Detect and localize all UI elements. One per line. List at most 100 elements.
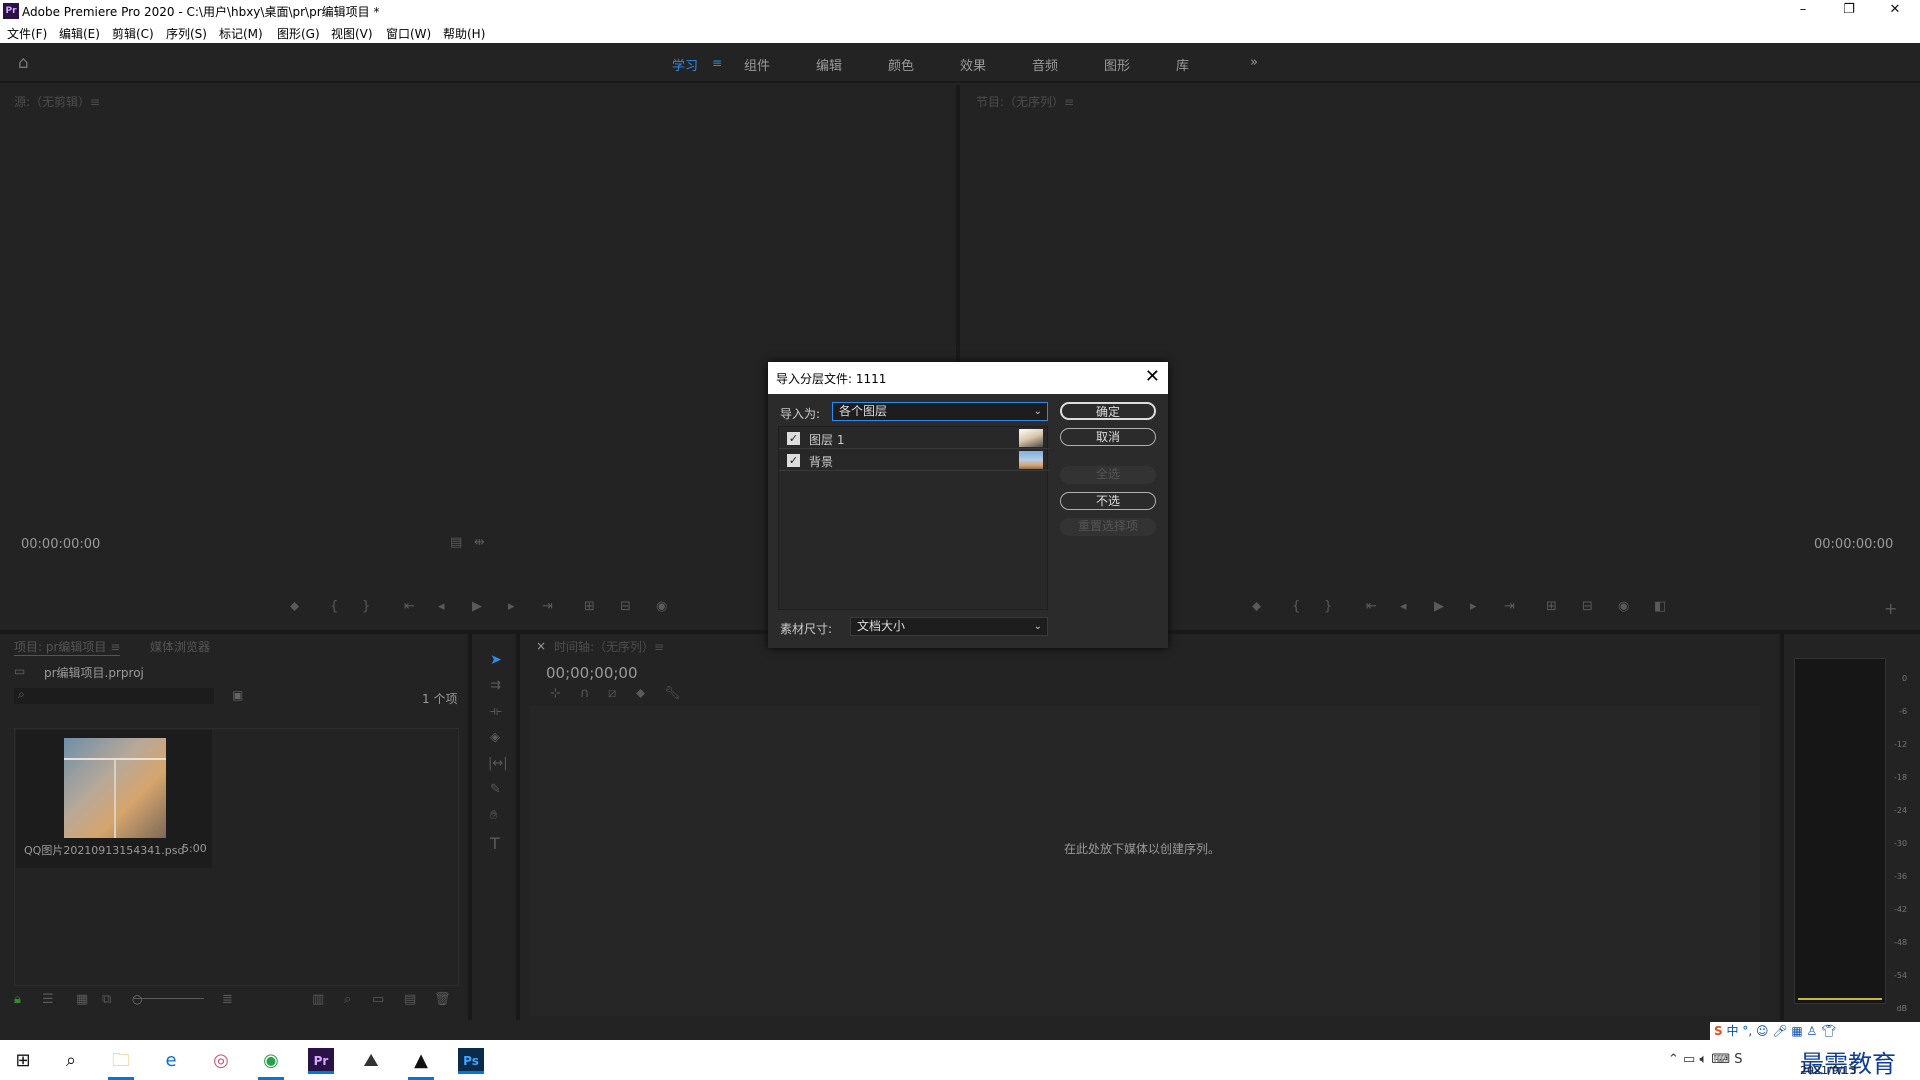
layer-row[interactable]: ✓ 背景 (779, 449, 1049, 471)
cancel-button[interactable]: 取消 (1060, 428, 1156, 446)
footage-dimensions-select[interactable]: 文档大小 ⌄ (850, 617, 1048, 636)
app-icon[interactable]: ◎ (208, 1048, 234, 1074)
type-tool-icon[interactable]: T (490, 834, 500, 853)
comparison-view-icon[interactable]: ◧ (1654, 599, 1666, 614)
go-to-out-icon[interactable]: ⇥ (1504, 599, 1515, 614)
settings-icon[interactable]: ⇹ (474, 535, 485, 550)
program-monitor-tab[interactable]: 节目:（无序列）≡ (976, 93, 1074, 110)
new-item-icon[interactable]: ▤ (404, 992, 416, 1007)
menu-sequence[interactable]: 序列(S) (166, 25, 207, 42)
workspace-color[interactable]: 颜色 (888, 55, 914, 74)
linked-selection-icon[interactable]: ⧄ (608, 686, 616, 701)
minimize-button[interactable]: – (1780, 0, 1826, 22)
overwrite-icon[interactable]: ⊟ (620, 599, 631, 614)
windows-start-icon[interactable]: ⊞ (10, 1048, 36, 1074)
new-bin-icon[interactable]: ▣ (232, 688, 243, 702)
menu-help[interactable]: 帮助(H) (443, 25, 485, 42)
timeline-close-icon[interactable]: × (536, 639, 546, 653)
layer-row[interactable]: ✓ 图层 1 (779, 427, 1049, 449)
lift-icon[interactable]: ⊞ (1546, 599, 1557, 614)
razor-tool-icon[interactable]: ◈ (490, 730, 500, 745)
workspace-learning[interactable]: 学习 (672, 55, 698, 74)
camera-icon[interactable]: ◉ (1618, 599, 1629, 614)
home-icon[interactable]: ⌂ (18, 53, 29, 73)
add-marker-icon[interactable]: ⬥ (290, 599, 299, 614)
new-bin-icon[interactable]: ▭ (372, 992, 384, 1007)
menu-graphics[interactable]: 图形(G) (277, 25, 320, 42)
step-back-icon[interactable]: ◂ (1400, 599, 1407, 614)
workspace-audio[interactable]: 音频 (1032, 55, 1058, 74)
menu-clip[interactable]: 剪辑(C) (112, 25, 154, 42)
photos-icon[interactable]: ⛰︎ (358, 1048, 384, 1074)
lock-icon[interactable]: 🔒︎ (14, 992, 21, 1007)
sequence-drop-area[interactable] (530, 706, 1760, 1016)
step-back-icon[interactable]: ◂ (438, 599, 445, 614)
freeform-view-icon[interactable]: ⧉ (102, 992, 111, 1007)
import-as-select[interactable]: 各个图层 ⌄ (832, 402, 1048, 421)
select-all-button[interactable]: 全选 (1060, 466, 1156, 484)
layer-checkbox[interactable]: ✓ (787, 432, 800, 445)
mark-in-icon[interactable]: { (1292, 599, 1300, 614)
icon-view-icon[interactable]: ▦ (76, 992, 88, 1007)
layer-checkbox[interactable]: ✓ (787, 454, 800, 467)
go-to-in-icon[interactable]: ⇤ (404, 599, 415, 614)
dialog-close-icon[interactable]: ✕ (1145, 366, 1160, 387)
go-to-out-icon[interactable]: ⇥ (542, 599, 553, 614)
extract-icon[interactable]: ⊟ (1582, 599, 1593, 614)
mark-in-icon[interactable]: { (330, 599, 338, 614)
source-monitor-tab[interactable]: 源:（无剪辑）≡ (14, 93, 100, 110)
chrome-icon[interactable]: ◉ (258, 1048, 284, 1080)
menu-view[interactable]: 视图(V) (331, 25, 373, 42)
clock-date[interactable]: 2021/9/13 (1800, 1064, 1856, 1077)
play-icon[interactable]: ▶ (472, 599, 482, 614)
file-explorer-icon[interactable]: 🗀︎ (108, 1048, 134, 1080)
ime-toolbar[interactable]: S 中 °, ☺ 🎤︎ ▦ ♙ 👕︎ (1710, 1022, 1920, 1040)
snap-icon[interactable]: ∩ (580, 686, 590, 701)
search-icon[interactable]: ⌕ (58, 1048, 84, 1074)
workspace-editing[interactable]: 编辑 (816, 55, 842, 74)
workspace-effects[interactable]: 效果 (960, 55, 986, 74)
automate-to-sequence-icon[interactable]: ▥ (312, 992, 324, 1007)
camera-icon[interactable]: ◉ (656, 599, 667, 614)
track-select-tool-icon[interactable]: ⇉ (490, 678, 501, 693)
mark-out-icon[interactable]: } (1324, 599, 1332, 614)
ime-mode[interactable]: 中 (1726, 1024, 1738, 1038)
selection-tool-icon[interactable]: ➤ (490, 652, 502, 668)
ok-button[interactable]: 确定 (1060, 402, 1156, 420)
menu-window[interactable]: 窗口(W) (386, 25, 431, 42)
ripple-edit-tool-icon[interactable]: ⟛ (490, 704, 502, 719)
workspace-assembly[interactable]: 组件 (744, 55, 770, 74)
workspace-overflow-icon[interactable]: » (1250, 55, 1258, 70)
step-forward-icon[interactable]: ▸ (508, 599, 515, 614)
source-timecode[interactable]: 00:00:00:00 (21, 537, 100, 552)
nest-icon[interactable]: ⊹ (550, 686, 561, 701)
pen-tool-icon[interactable]: ✎ (490, 782, 501, 797)
menu-edit[interactable]: 编辑(E) (59, 25, 100, 42)
insert-icon[interactable]: ⊞ (584, 599, 595, 614)
clip-item[interactable]: QQ图片20210913154341.psd 5:00 (16, 730, 212, 868)
add-marker-icon[interactable]: ⬥ (1252, 599, 1261, 614)
edge-icon[interactable]: e (158, 1048, 184, 1074)
timeline-timecode[interactable]: 00;00;00;00 (546, 664, 638, 682)
add-button-icon[interactable]: + (1884, 599, 1897, 618)
menu-marker[interactable]: 标记(M) (219, 25, 263, 42)
clear-icon[interactable]: 🗑︎ (434, 992, 451, 1007)
workspace-graphics[interactable]: 图形 (1104, 55, 1130, 74)
zoom-slider-handle[interactable]: ○ (132, 992, 142, 1006)
photoshop-taskbar-icon[interactable]: Ps (458, 1048, 484, 1074)
workspace-libraries[interactable]: 库 (1176, 55, 1189, 74)
project-tab[interactable]: 项目: pr编辑项目 ≡ (14, 638, 121, 656)
step-forward-icon[interactable]: ▸ (1470, 599, 1477, 614)
zoom-slider[interactable] (134, 998, 204, 999)
search-input[interactable] (14, 688, 214, 704)
restore-button[interactable]: ❐ (1826, 0, 1872, 22)
system-tray-icons[interactable]: ⌃ ▭ 🔈︎ ⌨︎ S (1668, 1052, 1743, 1067)
play-icon[interactable]: ▶ (1434, 599, 1444, 614)
hand-tool-icon[interactable]: ✋︎ (490, 808, 497, 823)
wrench-icon[interactable]: 🔧︎ (664, 686, 681, 701)
media-browser-tab[interactable]: 媒体浏览器 (150, 638, 210, 655)
menu-file[interactable]: 文件(F) (7, 25, 47, 42)
fit-icon[interactable]: ▤ (450, 535, 462, 550)
list-view-icon[interactable]: ☰ (42, 992, 54, 1007)
timeline-tab[interactable]: 时间轴:（无序列）≡ (554, 638, 664, 655)
